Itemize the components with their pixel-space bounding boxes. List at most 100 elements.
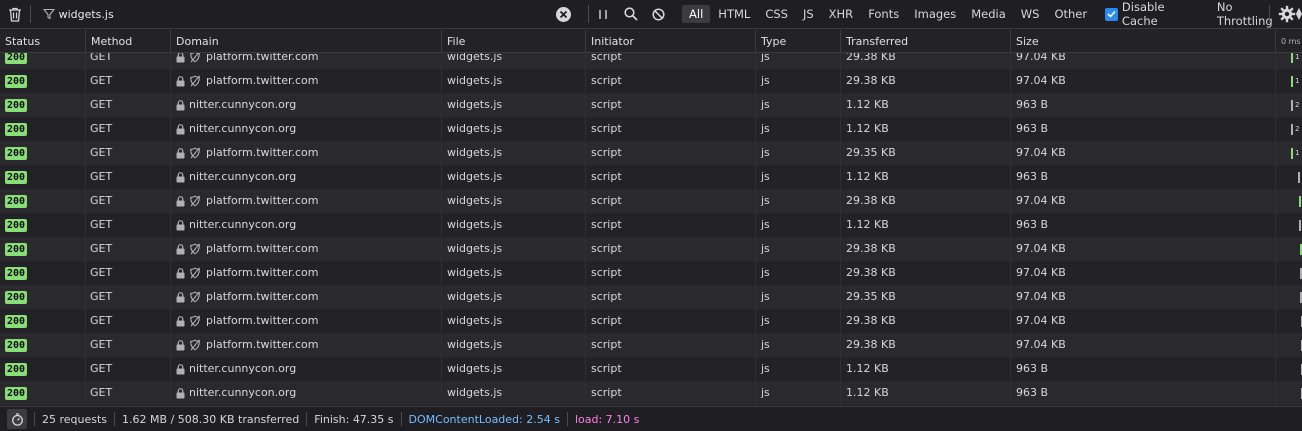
cell-file: widgets.js [442, 309, 586, 333]
cell-type: js [756, 333, 841, 357]
cell-method: GET [86, 333, 171, 357]
cell-status: 200 [0, 213, 86, 237]
cell-size: 97.04 KB [1011, 189, 1276, 213]
cell-file: widgets.js [442, 381, 586, 405]
clear-filter-icon[interactable] [555, 6, 572, 23]
column-header-file[interactable]: File [442, 30, 586, 53]
tracker-icon [190, 243, 200, 255]
cell-method: GET [86, 213, 171, 237]
cell-size: 97.04 KB [1011, 333, 1276, 357]
status-badge: 200 [5, 362, 28, 376]
column-header-method[interactable]: Method [86, 30, 171, 53]
checkbox-checked-icon[interactable] [1105, 7, 1118, 21]
cell-size: 97.04 KB [1011, 237, 1276, 261]
request-row[interactable]: 200 GET platform.twitter.com widgets.js scri… [0, 285, 1302, 309]
cell-initiator: script [586, 93, 756, 117]
column-header-transferred[interactable]: Transferred [841, 30, 1011, 53]
cell-initiator: script [586, 53, 756, 69]
cell-type: js [756, 381, 841, 405]
waterfall-bar [1298, 172, 1300, 183]
filter-button-ws[interactable]: WS [1014, 5, 1047, 23]
cell-initiator: script [586, 141, 756, 165]
column-header-status[interactable]: Status [0, 30, 86, 53]
filter-button-css[interactable]: CSS [758, 5, 795, 23]
request-row[interactable]: 200 GET platform.twitter.com widgets.js scri… [0, 189, 1302, 213]
load-time: load: 7.10 s [574, 412, 640, 426]
cell-domain: platform.twitter.com [171, 333, 442, 357]
cell-domain: platform.twitter.com [171, 309, 442, 333]
cell-file: widgets.js [442, 285, 586, 309]
cell-file: widgets.js [442, 357, 586, 381]
request-row[interactable]: 200 GET nitter.cunnycon.org widgets.js scrip… [0, 165, 1302, 189]
request-row[interactable]: 200 GET nitter.cunnycon.org widgets.js scrip… [0, 117, 1302, 141]
performance-analysis-button[interactable] [7, 409, 27, 429]
domain-text: platform.twitter.com [206, 194, 319, 207]
finish-time: Finish: 47.35 s [314, 412, 394, 426]
filter-button-images[interactable]: Images [907, 5, 963, 23]
status-badge: 200 [5, 98, 28, 112]
request-row[interactable]: 200 GET platform.twitter.com widgets.js scri… [0, 333, 1302, 357]
lock-icon [176, 219, 185, 230]
cell-method: GET [86, 69, 171, 93]
request-row[interactable]: 200 GET platform.twitter.com widgets.js scri… [0, 261, 1302, 285]
status-badge: 200 [5, 266, 28, 280]
filter-button-fonts[interactable]: Fonts [861, 5, 906, 23]
cell-file: widgets.js [442, 189, 586, 213]
cell-size: 97.04 KB [1011, 69, 1276, 93]
cell-method: GET [86, 261, 171, 285]
request-row[interactable]: 200 GET platform.twitter.com widgets.js scri… [0, 237, 1302, 261]
cell-file: widgets.js [442, 117, 586, 141]
waterfall-label: 1 [1295, 149, 1300, 157]
filter-button-js[interactable]: JS [796, 5, 821, 23]
waterfall-bar [1291, 53, 1293, 63]
request-row[interactable]: 200 GET platform.twitter.com widgets.js scri… [0, 309, 1302, 333]
filter-button-html[interactable]: HTML [711, 5, 757, 23]
cell-domain: nitter.cunnycon.org [171, 357, 442, 381]
lock-icon [176, 171, 185, 182]
column-header-domain[interactable]: Domain [171, 30, 442, 53]
disable-cache-label: Disable Cache [1121, 0, 1165, 28]
gear-icon[interactable] [1278, 5, 1296, 23]
column-header-waterfall[interactable]: 0 ms [1276, 30, 1302, 53]
status-badge: 200 [5, 74, 28, 88]
request-row[interactable]: 200 GET nitter.cunnycon.org widgets.js scrip… [0, 357, 1302, 381]
disable-cache-toggle[interactable]: Disable Cache [1105, 0, 1203, 28]
waterfall-label: 2 [1295, 101, 1300, 109]
waterfall-bar [1299, 196, 1301, 207]
cell-type: js [756, 309, 841, 333]
footer-divider [306, 412, 308, 426]
request-row[interactable]: 200 GET platform.twitter.com widgets.js scri… [0, 53, 1302, 69]
column-header-type[interactable]: Type [756, 30, 841, 53]
cell-type: js [756, 357, 841, 381]
request-row[interactable]: 200 GET nitter.cunnycon.org widgets.js scrip… [0, 93, 1302, 117]
clear-requests-button[interactable] [0, 0, 30, 29]
cell-initiator: script [586, 237, 756, 261]
footer-divider [400, 412, 402, 426]
search-button[interactable] [617, 0, 645, 29]
request-row[interactable]: 200 GET nitter.cunnycon.org widgets.js scrip… [0, 381, 1302, 405]
cell-type: js [756, 93, 841, 117]
cell-transferred: 29.38 KB [841, 309, 1011, 333]
cell-initiator: script [586, 117, 756, 141]
column-header-size[interactable]: Size [1011, 30, 1276, 53]
filter-urls-input[interactable] [58, 7, 539, 21]
filter-button-all[interactable]: All [682, 5, 711, 23]
request-row[interactable]: 200 GET platform.twitter.com widgets.js scri… [0, 141, 1302, 165]
block-button[interactable] [644, 0, 672, 29]
cell-type: js [756, 237, 841, 261]
domain-text: nitter.cunnycon.org [189, 170, 297, 183]
pause-button[interactable] [589, 0, 617, 29]
cell-transferred: 1.12 KB [841, 213, 1011, 237]
request-row[interactable]: 200 GET platform.twitter.com widgets.js scri… [0, 69, 1302, 93]
filter-button-other[interactable]: Other [1047, 5, 1094, 23]
dropdown-arrows-icon: ▲ ▼ [1295, 6, 1302, 21]
filter-button-xhr[interactable]: XHR [822, 5, 861, 23]
cell-domain: platform.twitter.com [171, 141, 442, 165]
request-row[interactable]: 200 GET nitter.cunnycon.org widgets.js scrip… [0, 213, 1302, 237]
cell-domain: platform.twitter.com [171, 237, 442, 261]
status-badge: 200 [5, 386, 28, 400]
requests-list: 200 GET platform.twitter.com widgets.js scri… [0, 53, 1302, 406]
tracker-icon [190, 53, 200, 63]
column-header-initiator[interactable]: Initiator [586, 30, 756, 53]
filter-button-media[interactable]: Media [964, 5, 1013, 23]
